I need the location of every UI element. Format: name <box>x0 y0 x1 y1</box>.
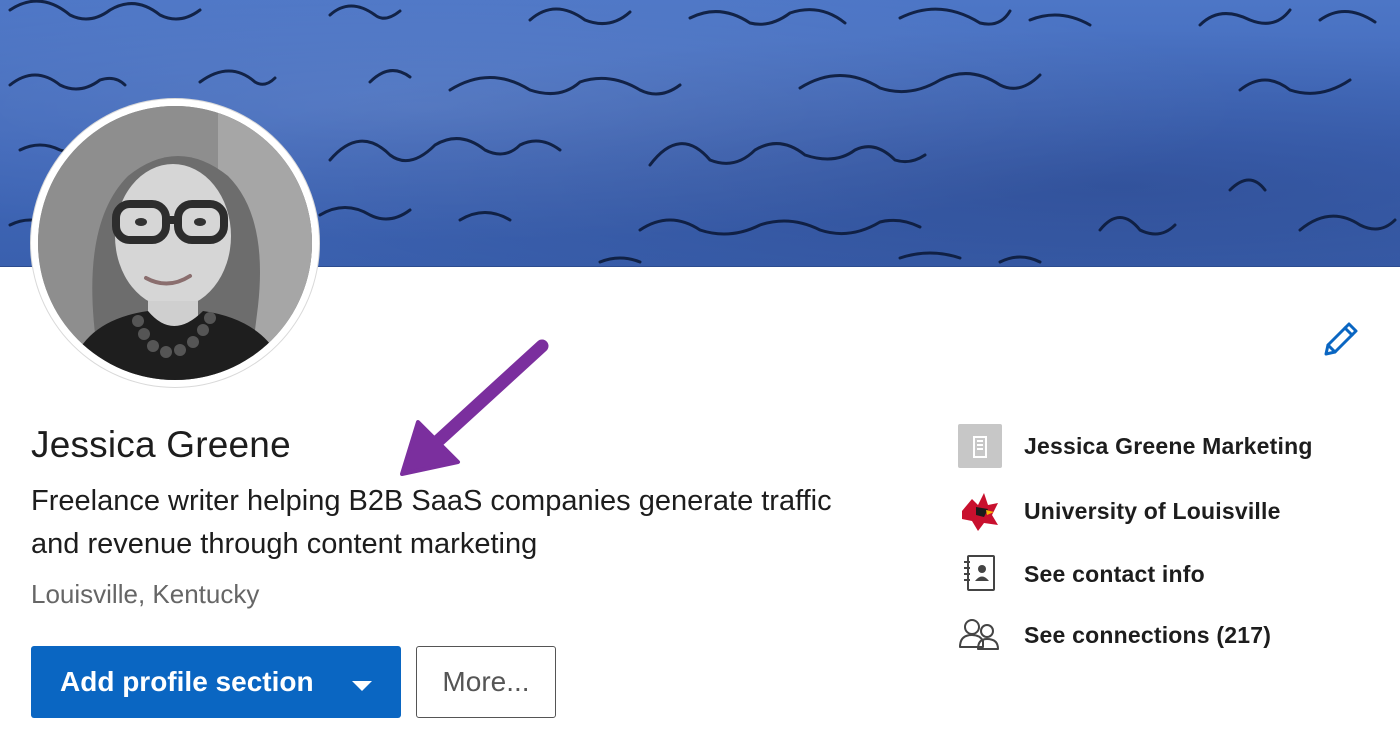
profile-location: Louisville, Kentucky <box>31 579 260 609</box>
profile-name: Jessica Greene <box>31 424 291 465</box>
sidebar-item-label: See contact info <box>1024 560 1205 587</box>
pencil-icon <box>1324 322 1358 356</box>
profile-headline: Freelance writer helping B2B SaaS compan… <box>31 485 832 560</box>
add-profile-section-button[interactable]: Add profile section <box>31 646 401 718</box>
profile-photo[interactable] <box>38 106 312 380</box>
add-profile-section-label: Add profile section <box>60 666 314 697</box>
sidebar-item-contact-info[interactable]: See contact info <box>958 552 1378 596</box>
contact-book-icon <box>958 552 1002 596</box>
sidebar-item-connections[interactable]: See connections (217) <box>958 613 1378 657</box>
sidebar-item-label: See connections (217) <box>1024 621 1272 648</box>
caret-down-icon <box>352 681 372 691</box>
sidebar-item-company[interactable]: Jessica Greene Marketing <box>958 424 1378 468</box>
more-button[interactable]: More... <box>416 646 556 718</box>
company-building-icon <box>958 424 1002 468</box>
people-icon <box>958 613 1002 657</box>
sidebar-item-label: University of Louisville <box>1024 497 1281 524</box>
sidebar-item-school[interactable]: University of Louisville <box>958 489 1378 533</box>
edit-intro-button[interactable] <box>1318 318 1362 362</box>
more-button-label: More... <box>442 666 530 697</box>
sidebar-item-label: Jessica Greene Marketing <box>1024 432 1313 459</box>
university-logo-icon <box>958 489 1002 533</box>
annotation-arrow <box>400 339 549 476</box>
